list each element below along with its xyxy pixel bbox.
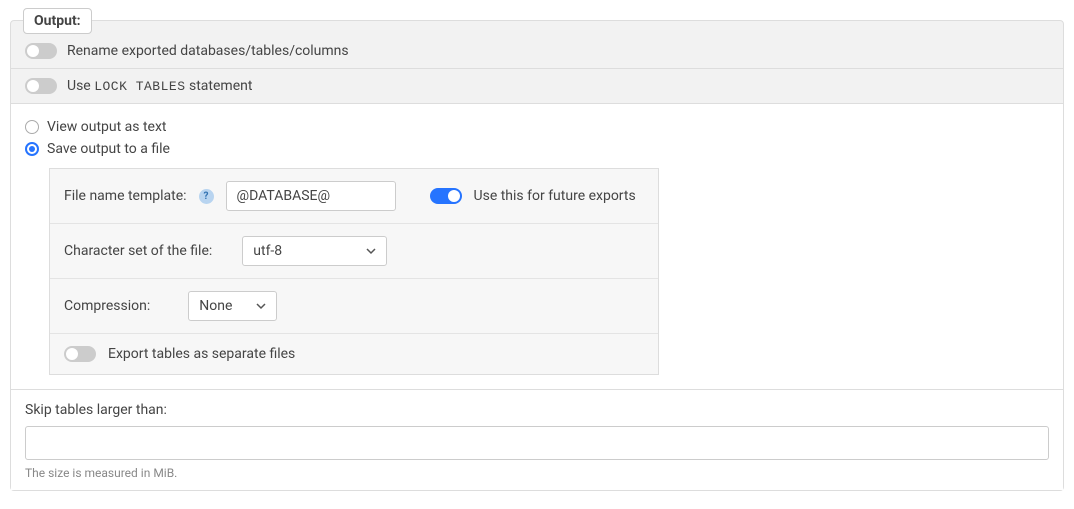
future-exports-toggle[interactable] <box>430 188 462 204</box>
file-template-input[interactable] <box>226 181 396 211</box>
output-mode-section: View output as text Save output to a fil… <box>11 104 1063 389</box>
charset-select[interactable]: utf-8 <box>242 236 387 266</box>
separate-files-toggle[interactable] <box>64 346 96 362</box>
lock-tables-label: Use LOCK TABLES statement <box>67 78 252 94</box>
help-icon[interactable]: ? <box>199 189 214 204</box>
rename-row: Rename exported databases/tables/columns <box>11 21 1063 69</box>
lock-tables-toggle[interactable] <box>25 78 57 94</box>
lock-tables-row: Use LOCK TABLES statement <box>11 69 1063 104</box>
file-options-panel: File name template: ? Use this for futur… <box>49 168 659 375</box>
charset-row: Character set of the file: utf-8 <box>50 224 658 279</box>
file-template-row: File name template: ? Use this for futur… <box>50 169 658 224</box>
compression-row: Compression: None <box>50 279 658 334</box>
view-as-text-radio[interactable] <box>25 120 39 134</box>
skip-label: Skip tables larger than: <box>25 402 1049 418</box>
charset-value: utf-8 <box>253 243 282 259</box>
rename-label: Rename exported databases/tables/columns <box>67 43 349 59</box>
skip-section: Skip tables larger than: The size is mea… <box>11 389 1063 490</box>
view-as-text-option[interactable]: View output as text <box>25 116 1049 138</box>
separate-files-label: Export tables as separate files <box>108 346 295 362</box>
rename-toggle[interactable] <box>25 43 57 59</box>
view-as-text-label: View output as text <box>47 119 167 135</box>
compression-select[interactable]: None <box>188 291 277 321</box>
file-template-label: File name template: <box>64 188 187 204</box>
save-to-file-label: Save output to a file <box>47 141 170 157</box>
skip-hint: The size is measured in MiB. <box>25 466 1049 480</box>
skip-input[interactable] <box>25 426 1049 460</box>
charset-label: Character set of the file: <box>64 243 212 259</box>
output-legend: Output: <box>23 8 92 34</box>
future-exports-label: Use this for future exports <box>474 188 636 204</box>
save-to-file-option[interactable]: Save output to a file <box>25 138 1049 160</box>
compression-value: None <box>199 298 232 314</box>
compression-label: Compression: <box>64 298 150 314</box>
chevron-down-icon <box>366 246 376 256</box>
chevron-down-icon <box>256 301 266 311</box>
output-fieldset: Output: Rename exported databases/tables… <box>10 20 1064 491</box>
save-to-file-radio[interactable] <box>25 142 39 156</box>
separate-files-row: Export tables as separate files <box>50 334 658 374</box>
